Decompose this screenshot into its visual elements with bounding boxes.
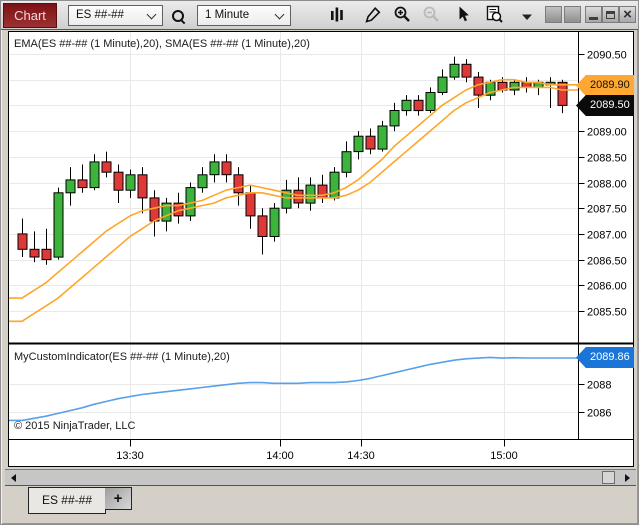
svg-text:13:30: 13:30: [116, 450, 144, 462]
svg-text:2090.50: 2090.50: [587, 50, 627, 62]
svg-text:2089.00: 2089.00: [587, 127, 627, 139]
arrow-left-icon: [11, 474, 16, 482]
svg-text:2086.00: 2086.00: [587, 281, 627, 293]
tab-bar: ES ##-## +: [5, 487, 636, 517]
last-price-marker: 2089.50: [576, 95, 634, 116]
svg-text:2085.50: 2085.50: [587, 307, 627, 319]
scroll-right-button[interactable]: [619, 470, 636, 485]
tab-es-instrument[interactable]: ES ##-##: [28, 487, 106, 514]
svg-text:14:00: 14:00: [266, 450, 294, 462]
horizontal-scrollbar[interactable]: [5, 469, 636, 486]
svg-text:14:30: 14:30: [347, 450, 375, 462]
svg-text:2088.00: 2088.00: [587, 179, 627, 191]
svg-text:2088: 2088: [587, 380, 611, 392]
ema-price-marker: 2089.90: [576, 75, 634, 96]
panel2-indicator-label: MyCustomIndicator(ES ##-## (1 Minute),20…: [14, 351, 230, 363]
copyright-label: © 2015 NinjaTrader, LLC: [14, 420, 135, 432]
scroll-left-button[interactable]: [5, 470, 22, 485]
svg-text:2086: 2086: [587, 408, 611, 420]
arrow-right-icon: [625, 474, 630, 482]
overlay-indicator-label: EMA(ES ##-## (1 Minute),20), SMA(ES ##-#…: [14, 38, 310, 50]
price-chart-canvas[interactable]: 2090.50 2089.00 2088.50 2088.00 2087.50 2087.…: [1, 1, 639, 525]
add-tab-button[interactable]: +: [105, 487, 132, 510]
svg-text:15:00: 15:00: [490, 450, 518, 462]
scrollbar-thumb[interactable]: [602, 471, 615, 484]
indicator-value-marker: 2089.86: [576, 347, 634, 368]
svg-text:2088.50: 2088.50: [587, 153, 627, 165]
svg-text:2087.00: 2087.00: [587, 230, 627, 242]
svg-text:2086.50: 2086.50: [587, 256, 627, 268]
chart-window: Chart ES ##-## 1 Minute: [0, 0, 639, 525]
svg-text:2087.50: 2087.50: [587, 204, 627, 216]
